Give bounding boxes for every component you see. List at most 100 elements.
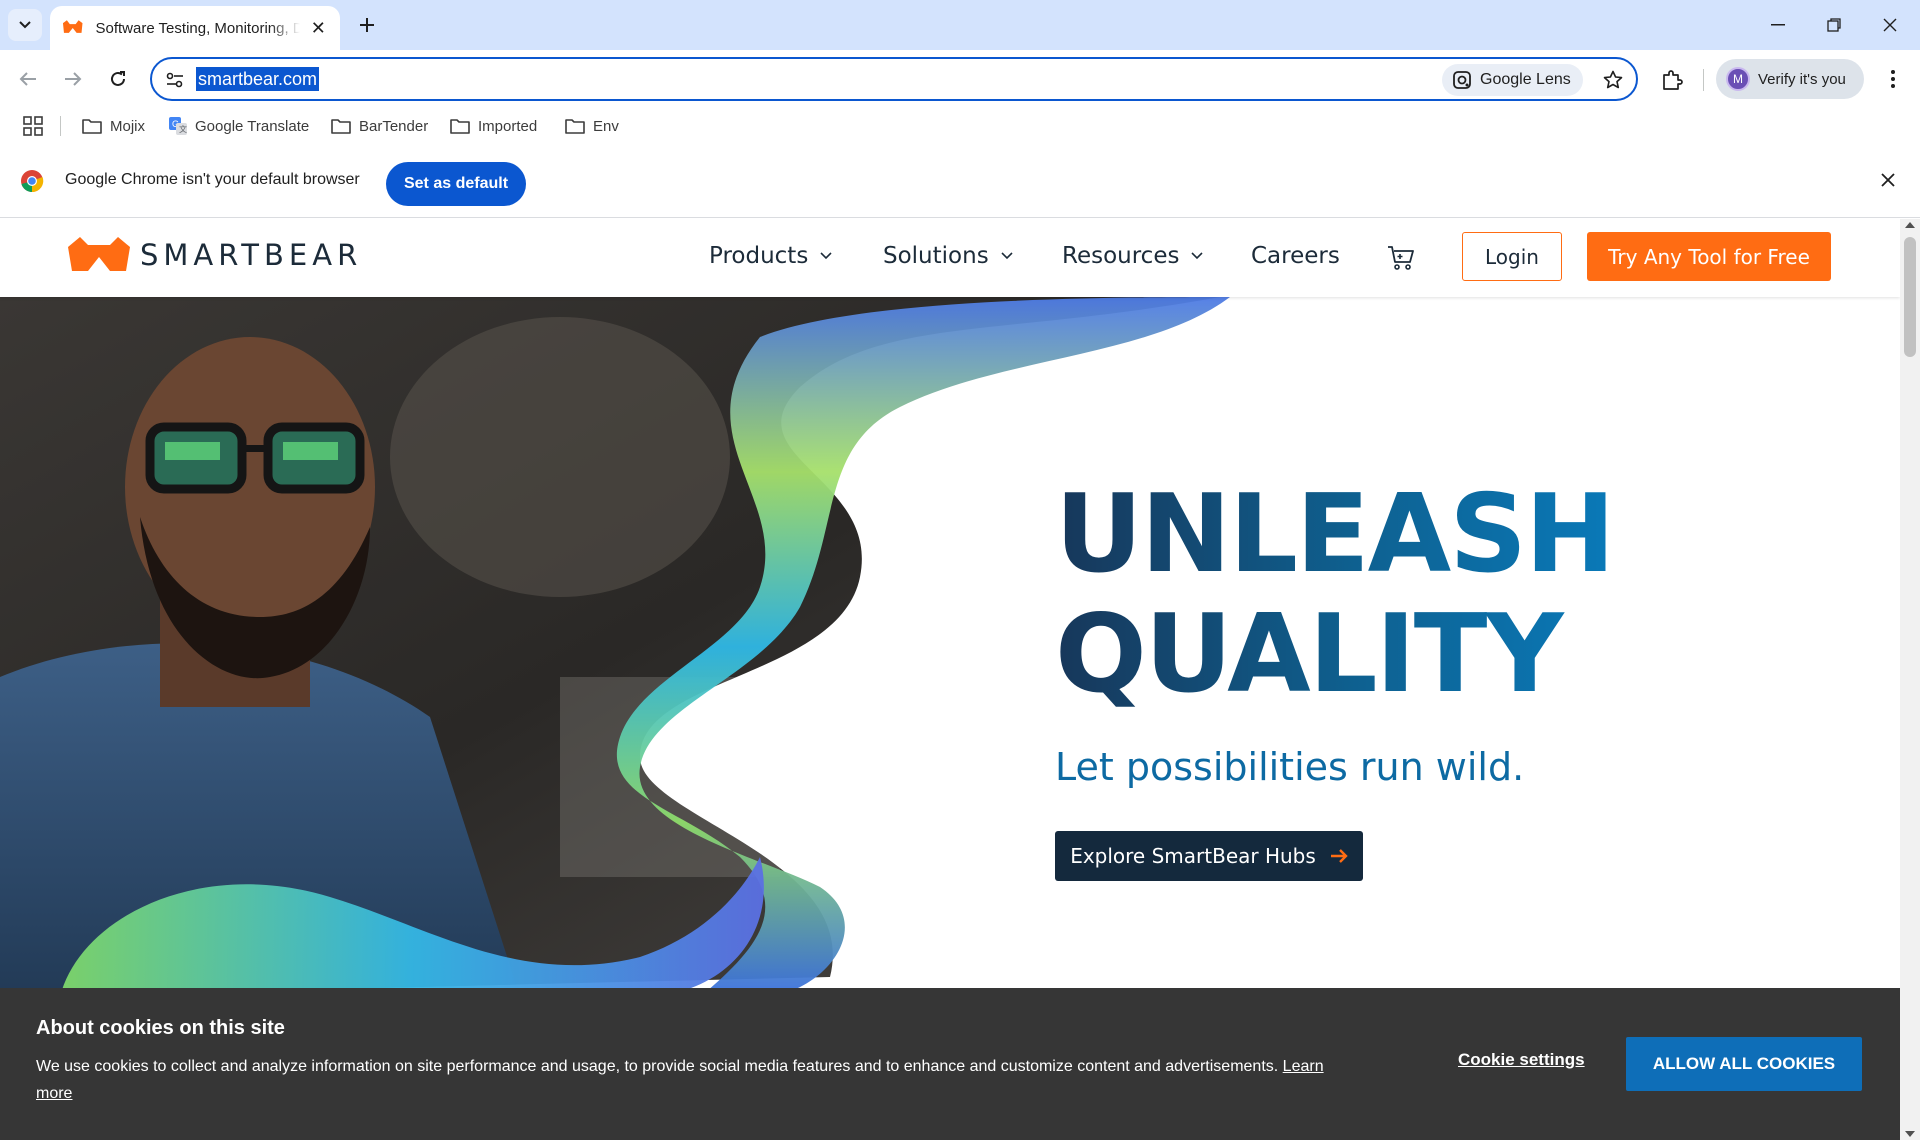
cart-icon[interactable] [1386,243,1416,273]
nav-label: Solutions [883,243,989,269]
cookie-text: We use cookies to collect and analyze in… [36,1053,1356,1107]
more-vert-icon [1891,70,1895,88]
nav-resources[interactable]: Resources [1062,243,1204,269]
nav-products[interactable]: Products [709,243,832,269]
logo-text: SMARTBEAR [140,238,363,272]
site-info-button[interactable] [162,68,188,92]
avatar: M [1726,67,1750,91]
hero-title-line1: UNLEASH [1055,472,1614,597]
folder-icon [331,119,351,134]
google-lens-label: Google Lens [1480,71,1571,88]
login-button[interactable]: Login [1462,232,1562,281]
apps-grid-icon[interactable] [22,115,44,137]
smartbear-bear-icon [68,237,130,271]
reload-icon [111,71,125,86]
page-scrollbar[interactable] [1900,219,1920,1140]
infobar-message: Google Chrome isn't your default browser [65,171,360,188]
back-arrow-icon [19,72,36,86]
tune-icon [166,72,183,88]
close-window-button[interactable] [1870,8,1910,42]
reload-button[interactable] [103,64,133,94]
active-tab[interactable]: Software Testing, Monitoring, Develop ✕ [50,6,340,50]
infobar-close-button[interactable] [1874,166,1902,194]
scroll-down-arrow-icon[interactable] [1905,1131,1915,1137]
bookmark-label: Imported [478,117,538,135]
bookmarks-bar: Mojix G文 Google Translate BarTender Impo… [0,108,1920,142]
profile-label: Verify it's you [1758,70,1846,88]
cta-label: Explore SmartBear Hubs [1070,844,1316,868]
chevron-down-icon [1191,252,1204,260]
restore-button[interactable] [1814,8,1854,42]
chrome-logo-icon [21,170,44,193]
site-header: SMARTBEAR Products Solutions Resources C… [0,219,1900,297]
minimize-icon [1771,24,1785,26]
bookmark-label: Env [593,117,619,135]
cookie-settings-link[interactable]: Cookie settings [1458,1050,1585,1070]
close-icon [1883,18,1897,32]
scroll-up-arrow-icon[interactable] [1905,222,1915,228]
browser-toolbar: smartbear.com Google Lens M Verify it's … [0,50,1920,108]
minimize-button[interactable] [1758,8,1798,42]
allow-all-cookies-button[interactable]: ALLOW ALL COOKIES [1626,1037,1862,1091]
bookmark-star-button[interactable] [1598,65,1628,95]
hero-title: UNLEASH QUALITY [1055,475,1613,715]
profile-button[interactable]: M Verify it's you [1716,59,1864,99]
address-bar[interactable]: smartbear.com Google Lens [150,57,1638,101]
chevron-down-icon [820,252,832,260]
tab-close-icon[interactable]: ✕ [308,18,328,39]
cookie-body: We use cookies to collect and analyze in… [36,1058,1279,1075]
tab-search-button[interactable] [8,9,42,41]
hero-title-line2: QUALITY [1055,592,1562,717]
plus-icon [360,18,374,32]
toolbar-divider [1703,69,1704,91]
google-lens-icon [1453,71,1471,89]
bookmark-imported[interactable]: Imported [450,113,537,139]
bookmark-label: Google Translate [195,117,310,135]
cookie-banner: About cookies on this site We use cookie… [0,988,1900,1140]
nav-solutions[interactable]: Solutions [883,243,1013,269]
extensions-button[interactable] [1656,64,1688,96]
new-tab-button[interactable] [352,10,382,40]
google-translate-icon: G文 [169,117,187,135]
bookmark-bartender[interactable]: BarTender [331,113,428,139]
bookmark-env[interactable]: Env [565,113,619,139]
nav-label: Products [709,243,809,269]
svg-text:文: 文 [179,124,187,134]
page-viewport: SMARTBEAR Products Solutions Resources C… [0,219,1900,1140]
smartbear-favicon-icon [62,20,83,33]
restore-icon [1827,18,1841,32]
folder-icon [82,119,102,134]
tab-strip: Software Testing, Monitoring, Develop ✕ [0,0,1920,50]
forward-arrow-icon [65,72,82,86]
hero-image [0,297,1230,997]
tab-title: Software Testing, Monitoring, Develop [95,19,301,37]
bookmark-mojix[interactable]: Mojix [82,113,145,139]
bookmark-google-translate[interactable]: G文 Google Translate [169,113,309,139]
url-text[interactable]: smartbear.com [196,67,320,91]
cookie-title: About cookies on this site [36,1017,285,1039]
bookmark-label: Mojix [110,117,146,135]
smartbear-logo[interactable]: SMARTBEAR [68,235,362,275]
nav-label: Resources [1062,243,1180,269]
arrow-right-icon [1330,849,1348,863]
chrome-menu-button[interactable] [1878,64,1908,94]
close-icon [1881,173,1895,187]
folder-icon [450,119,470,134]
explore-hubs-button[interactable]: Explore SmartBear Hubs [1055,831,1363,881]
nav-careers[interactable]: Careers [1251,243,1340,269]
set-default-button[interactable]: Set as default [386,162,526,206]
folder-icon [565,119,585,134]
forward-button[interactable] [58,64,88,94]
default-browser-infobar: Google Chrome isn't your default browser… [0,142,1920,218]
star-icon [1603,70,1623,89]
try-free-button[interactable]: Try Any Tool for Free [1587,232,1831,281]
scroll-thumb[interactable] [1904,237,1916,357]
puzzle-icon [1663,70,1683,90]
back-button[interactable] [13,64,43,94]
bookmarks-divider [60,116,61,136]
bookmark-label: BarTender [359,117,429,135]
chevron-down-icon [1001,252,1013,260]
hero-subtitle: Let possibilities run wild. [1055,745,1525,789]
google-lens-button[interactable]: Google Lens [1442,64,1583,96]
nav-label: Careers [1251,243,1340,269]
